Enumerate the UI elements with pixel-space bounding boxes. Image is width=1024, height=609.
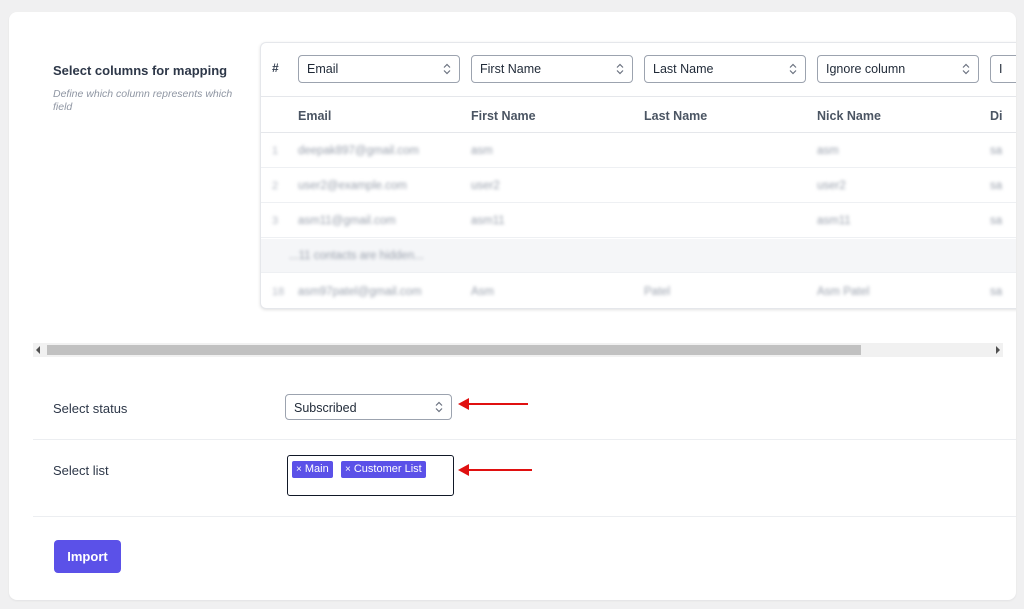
table-cell: sa bbox=[990, 215, 1003, 227]
table-cell: user2 bbox=[817, 180, 846, 192]
divider bbox=[33, 516, 1016, 517]
chevron-updown-icon bbox=[443, 63, 451, 75]
status-label: Select status bbox=[53, 401, 128, 416]
status-select[interactable]: Subscribed bbox=[285, 394, 452, 420]
column-select-ignore[interactable]: Ignore column bbox=[817, 55, 979, 83]
table-cell: asm bbox=[471, 145, 493, 157]
column-select-value: Email bbox=[307, 62, 339, 76]
row-number: 1 bbox=[272, 145, 279, 157]
chevron-updown-icon bbox=[616, 63, 624, 75]
table-cell: Patel bbox=[644, 286, 671, 298]
list-label: Select list bbox=[53, 463, 109, 478]
table-cell: Asm Patel bbox=[817, 286, 870, 298]
scroll-left-icon[interactable] bbox=[36, 346, 40, 354]
table-cell: asm11 bbox=[817, 215, 851, 227]
list-tag-main[interactable]: × Main bbox=[292, 461, 333, 478]
mapping-title: Select columns for mapping bbox=[53, 63, 228, 78]
table-cell: asm97patel@gmail.com bbox=[298, 286, 422, 298]
annotation-arrow bbox=[458, 464, 532, 476]
table-row: 3 asm11@gmail.com asm11 asm11 sa bbox=[261, 204, 1016, 238]
import-button[interactable]: Import bbox=[54, 540, 121, 573]
chevron-updown-icon bbox=[962, 63, 970, 75]
chevron-updown-icon bbox=[435, 401, 443, 413]
row-number: 2 bbox=[272, 180, 279, 192]
list-multiselect[interactable]: × Main × Customer List bbox=[287, 455, 454, 496]
table-header: Email First Name Last Name Nick Name Di bbox=[261, 98, 1016, 133]
row-number: 18 bbox=[272, 286, 285, 298]
divider bbox=[33, 439, 1016, 440]
horizontal-scrollbar[interactable] bbox=[33, 343, 1003, 357]
mapping-table: # Email First Name Last Name Ignore colu… bbox=[260, 42, 1016, 309]
table-row: 2 user2@example.com user2 user2 sa bbox=[261, 169, 1016, 203]
table-cell: sa bbox=[990, 180, 1003, 192]
table-cell: asm bbox=[817, 145, 839, 157]
import-card: Select columns for mapping Define which … bbox=[9, 12, 1016, 600]
remove-tag-icon[interactable]: × bbox=[296, 464, 302, 475]
tag-label: Main bbox=[304, 463, 329, 475]
table-cell: user2@example.com bbox=[298, 180, 407, 192]
scroll-right-icon[interactable] bbox=[996, 346, 1000, 354]
hidden-contacts-row: ...11 contacts are hidden... bbox=[261, 239, 1016, 273]
chevron-updown-icon bbox=[789, 63, 797, 75]
table-row: 18 asm97patel@gmail.com Asm Patel Asm Pa… bbox=[261, 275, 1016, 308]
status-select-value: Subscribed bbox=[294, 401, 357, 415]
column-select-last-name[interactable]: Last Name bbox=[644, 55, 806, 83]
row-number-header: # bbox=[272, 61, 279, 75]
table-cell: sa bbox=[990, 145, 1003, 157]
tag-label: Customer List bbox=[353, 463, 422, 475]
column-select-value: Last Name bbox=[653, 62, 714, 76]
table-cell: deepak897@gmail.com bbox=[298, 145, 419, 157]
list-tag-customer-list[interactable]: × Customer List bbox=[341, 461, 426, 478]
hidden-contacts-note: ...11 contacts are hidden... bbox=[289, 250, 424, 262]
column-select-partial[interactable]: I bbox=[990, 55, 1016, 83]
column-select-first-name[interactable]: First Name bbox=[471, 55, 633, 83]
header-nick-name: Nick Name bbox=[817, 109, 881, 123]
header-partial: Di bbox=[990, 109, 1003, 123]
table-cell: asm11@gmail.com bbox=[298, 215, 396, 227]
column-select-row: # Email First Name Last Name Ignore colu… bbox=[261, 43, 1016, 97]
annotation-arrow bbox=[458, 398, 528, 410]
header-first-name: First Name bbox=[471, 109, 536, 123]
table-cell: sa bbox=[990, 286, 1003, 298]
header-last-name: Last Name bbox=[644, 109, 708, 123]
remove-tag-icon[interactable]: × bbox=[345, 464, 351, 475]
scrollbar-thumb[interactable] bbox=[47, 345, 861, 355]
table-cell: Asm bbox=[471, 286, 494, 298]
table-row: 1 deepak897@gmail.com asm asm sa bbox=[261, 134, 1016, 168]
table-cell: asm11 bbox=[471, 215, 505, 227]
mapping-description: Define which column represents which fie… bbox=[53, 88, 233, 113]
column-select-value: Ignore column bbox=[826, 62, 906, 76]
column-select-email[interactable]: Email bbox=[298, 55, 460, 83]
header-email: Email bbox=[298, 109, 332, 123]
column-select-value: I bbox=[999, 62, 1003, 76]
row-number: 3 bbox=[272, 215, 279, 227]
column-select-value: First Name bbox=[480, 62, 542, 76]
table-cell: user2 bbox=[471, 180, 500, 192]
